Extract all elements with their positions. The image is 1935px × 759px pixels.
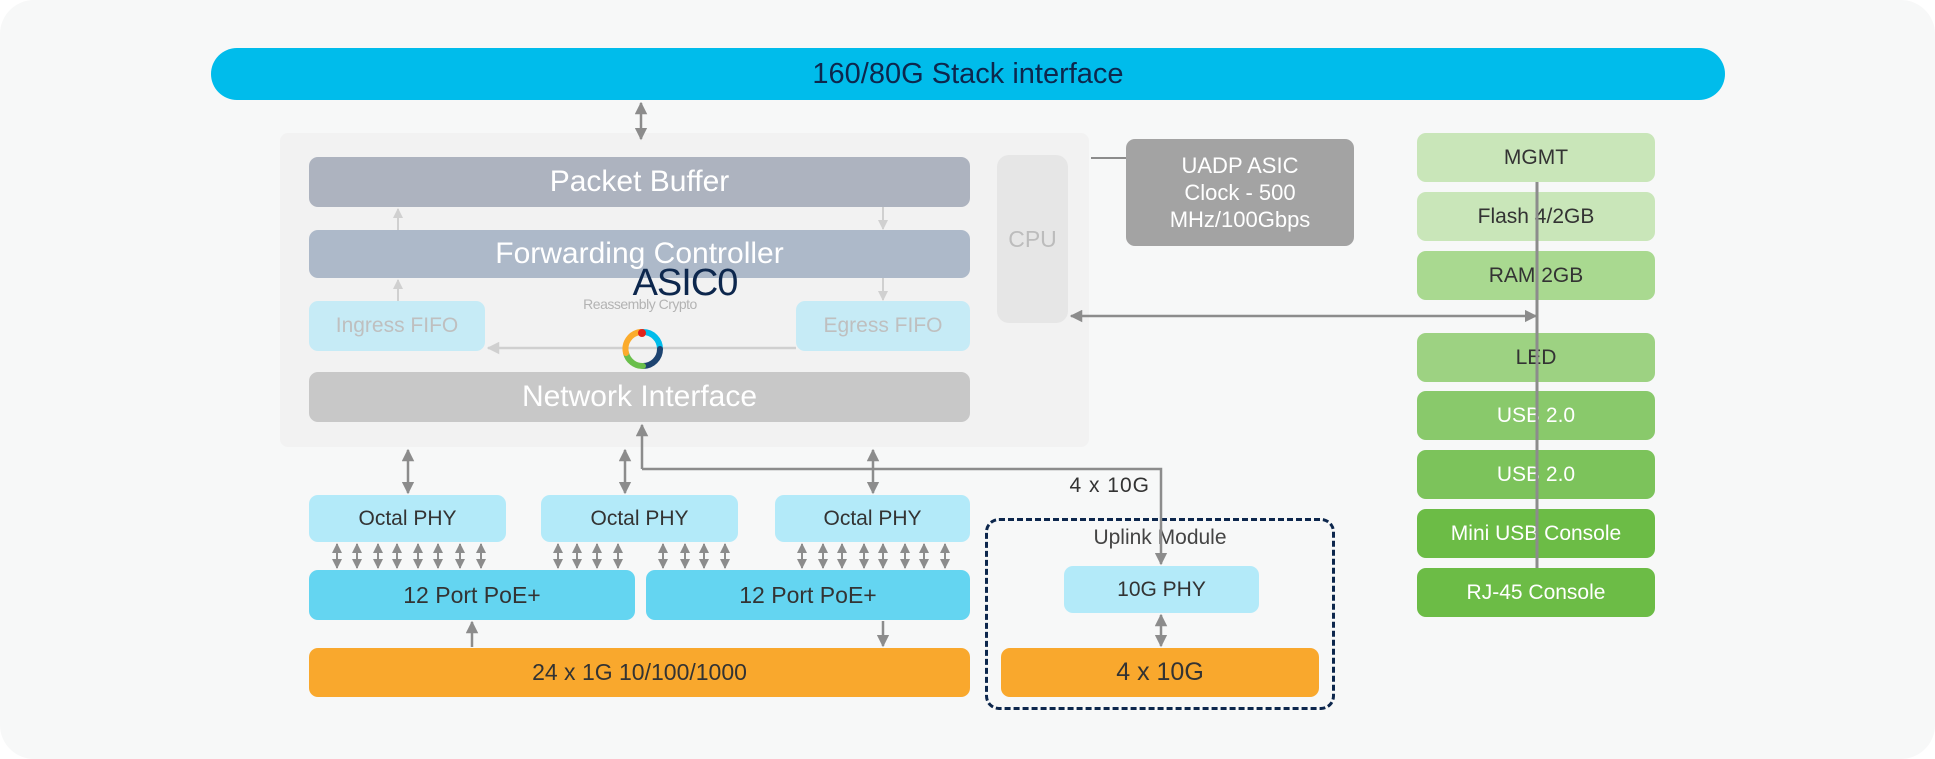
peripheral-mini-usb-console: Mini USB Console	[1417, 509, 1655, 558]
asic-title: ASIC0	[632, 262, 739, 304]
uadp-line-1: UADP ASIC	[1181, 153, 1299, 178]
packet-buffer-block: Packet Buffer	[309, 157, 970, 207]
ingress-fifo-block: Ingress FIFO	[309, 301, 485, 351]
uplink-10g-phy: 10G PHY	[1064, 566, 1259, 613]
peripheral-rj45-console: RJ-45 Console	[1417, 568, 1655, 617]
uplink-4x10g-ports: 4 x 10G	[1001, 648, 1319, 697]
uadp-asic-info: UADP ASIC Clock - 500 MHz/100Gbps	[1126, 139, 1354, 246]
cpu-block: CPU	[997, 155, 1068, 323]
uadp-line-2: Clock - 500	[1184, 180, 1296, 205]
uplink-link-label: 4 x 10G	[1069, 474, 1150, 497]
peripheral-usb-1: USB 2.0	[1417, 391, 1655, 440]
peripheral-mgmt: MGMT	[1417, 133, 1655, 182]
egress-fifo-block: Egress FIFO	[796, 301, 970, 351]
network-interface-block: Network Interface	[309, 372, 970, 422]
octal-phy-1: Octal PHY	[309, 495, 506, 542]
poe-block-1: 12 Port PoE+	[309, 570, 635, 620]
peripheral-led: LED	[1417, 333, 1655, 382]
poe-block-2: 12 Port PoE+	[646, 570, 970, 620]
octal-phy-3: Octal PHY	[775, 495, 970, 542]
uadp-line-3: MHz/100Gbps	[1169, 207, 1311, 232]
peripheral-usb-2: USB 2.0	[1417, 450, 1655, 499]
stack-interface-bar: 160/80G Stack interface	[211, 48, 1725, 100]
ports-24x1g: 24 x 1G 10/100/1000	[309, 648, 970, 697]
peripheral-flash: Flash 4/2GB	[1417, 192, 1655, 241]
peripheral-ram: RAM 2GB	[1417, 251, 1655, 300]
uplink-module-title: Uplink Module	[1093, 526, 1227, 549]
octal-phy-2: Octal PHY	[541, 495, 738, 542]
sync-cycle-icon	[622, 329, 663, 369]
